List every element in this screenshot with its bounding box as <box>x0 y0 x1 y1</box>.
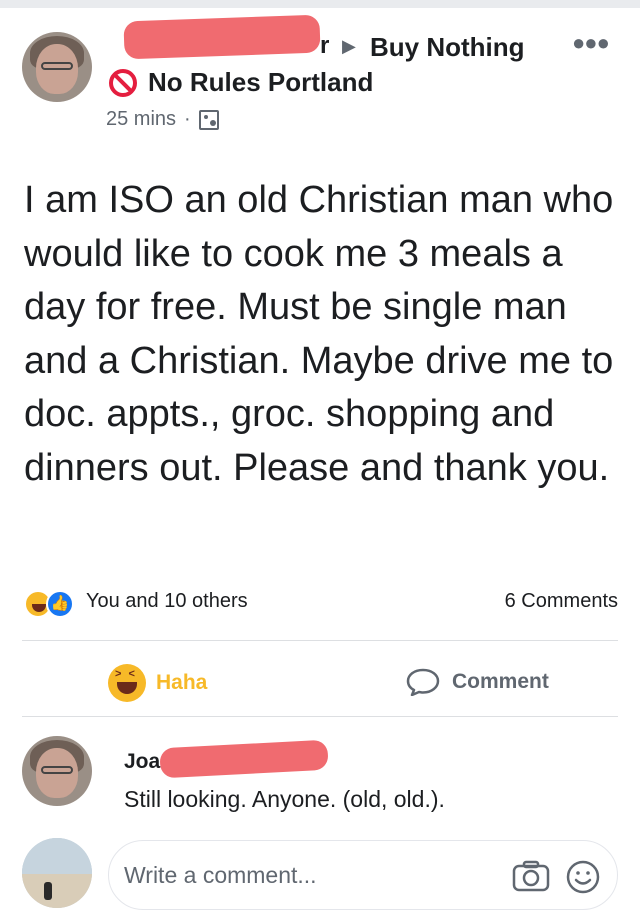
poster-name-trail[interactable]: r <box>320 32 329 60</box>
comment-text: Still looking. Anyone. (old, old.). <box>124 786 445 812</box>
meta-separator: · <box>184 108 191 130</box>
poster-avatar[interactable] <box>22 32 92 102</box>
redacted-poster-name <box>123 14 321 60</box>
user-avatar[interactable] <box>22 838 92 908</box>
comment-label: Comment <box>452 670 549 693</box>
reaction-summary[interactable]: You and 10 others <box>86 590 248 613</box>
comment-bubble-icon <box>406 668 440 696</box>
comment-count[interactable]: 6 Comments <box>505 590 618 613</box>
commenter-name[interactable]: Joa <box>124 750 160 774</box>
haha-button[interactable]: Haha <box>108 664 207 702</box>
camera-icon[interactable] <box>512 860 550 892</box>
comment-button[interactable]: Comment <box>406 668 549 696</box>
group-name-line2[interactable]: No Rules Portland <box>148 67 373 98</box>
group-name-line1[interactable]: Buy Nothing <box>370 32 525 63</box>
divider <box>22 716 618 717</box>
group-audience-icon <box>198 109 219 130</box>
prohibited-icon <box>109 69 137 97</box>
more-options-icon[interactable]: ●●● <box>572 30 610 56</box>
commenter-avatar[interactable] <box>22 736 92 806</box>
reaction-icons[interactable]: 👍 <box>24 590 80 618</box>
post-meta: 25 mins · <box>106 108 219 131</box>
emoji-icon[interactable] <box>566 860 600 894</box>
haha-label: Haha <box>156 671 208 694</box>
haha-icon <box>108 664 146 702</box>
arrow-right-icon: ▶ <box>342 36 356 56</box>
top-strip <box>0 0 640 8</box>
post-timestamp[interactable]: 25 mins <box>106 108 176 131</box>
divider <box>22 640 618 641</box>
post-body: I am ISO an old Christian man who would … <box>24 179 614 489</box>
comment-placeholder[interactable]: Write a comment... <box>124 862 317 889</box>
like-icon: 👍 <box>46 590 74 618</box>
